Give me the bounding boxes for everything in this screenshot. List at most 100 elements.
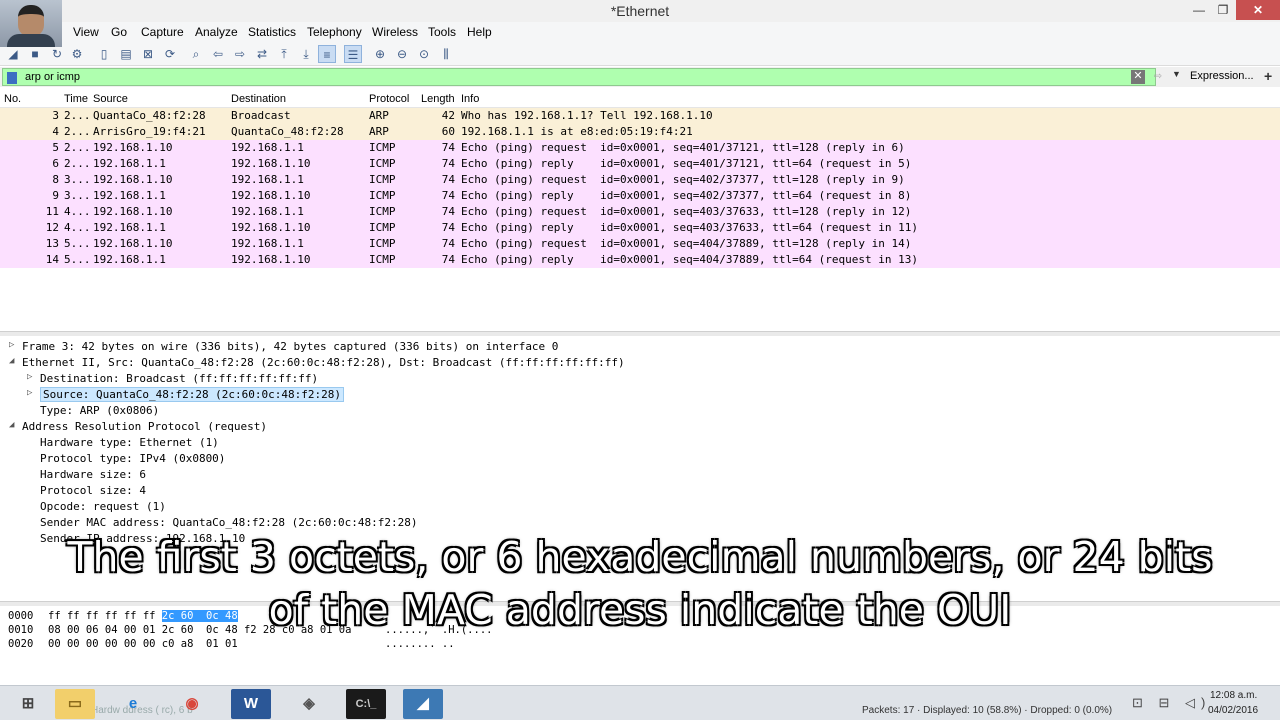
- detail-tree-item[interactable]: Hardware size: 6: [0, 467, 1280, 483]
- clock-time[interactable]: 12:08 a.m.: [1210, 690, 1257, 701]
- packet-protocol: ICMP: [369, 189, 396, 202]
- webcam-overlay: [0, 0, 62, 47]
- start-button-icon[interactable]: ⊞: [8, 689, 48, 719]
- apply-filter-icon[interactable]: ⇨: [1147, 71, 1169, 83]
- packet-source: ArrisGro_19:f4:21: [93, 125, 206, 138]
- collapse-arrow-icon[interactable]: ◢: [9, 356, 14, 366]
- restart-capture-icon[interactable]: ↻: [48, 45, 66, 63]
- internet-explorer-icon[interactable]: e: [113, 689, 153, 719]
- word-icon[interactable]: W: [231, 689, 271, 719]
- packet-length: 74: [441, 189, 455, 202]
- expand-arrow-icon[interactable]: ▷: [27, 372, 32, 382]
- expand-arrow-icon[interactable]: ▷: [9, 340, 14, 350]
- stop-capture-icon[interactable]: ■: [26, 45, 44, 63]
- detail-text: Protocol type: IPv4 (0x0800): [40, 452, 226, 465]
- byte-ascii[interactable]: ........ ..: [385, 638, 455, 652]
- file-explorer-icon[interactable]: ▭: [55, 689, 95, 719]
- packet-row[interactable]: 9 3... 192.168.1.1 192.168.1.10 ICMP 74 Echo (…: [0, 188, 1280, 204]
- wireshark-icon[interactable]: ◢: [403, 689, 443, 719]
- packet-row[interactable]: 8 3... 192.168.1.10 192.168.1.1 ICMP 74 Echo (…: [0, 172, 1280, 188]
- packet-number: 6: [52, 157, 59, 170]
- go-forward-icon[interactable]: ⇨: [231, 45, 249, 63]
- bookmark-icon[interactable]: [7, 72, 17, 84]
- detail-tree-item[interactable]: Hardware type: Ethernet (1): [0, 435, 1280, 451]
- detail-tree-item[interactable]: ◢ Ethernet II, Src: QuantaCo_48:f2:28 (2c…: [0, 355, 1280, 371]
- menu-wireless[interactable]: Wireless: [372, 25, 418, 39]
- detail-tree-item[interactable]: Opcode: request (1): [0, 499, 1280, 515]
- filter-history-dropdown-icon[interactable]: ▼: [1172, 69, 1181, 79]
- column-header-protocol[interactable]: Protocol: [369, 93, 409, 105]
- zoom-out-icon[interactable]: ⊖: [393, 45, 411, 63]
- menu-statistics[interactable]: Statistics: [248, 25, 296, 39]
- packet-row[interactable]: 14 5... 192.168.1.1 192.168.1.10 ICMP 74 Echo …: [0, 252, 1280, 268]
- menu-help[interactable]: Help: [467, 25, 492, 39]
- first-packet-icon[interactable]: ⤒: [275, 45, 293, 63]
- command-prompt-icon[interactable]: C:\_: [346, 689, 386, 719]
- detail-tree-item[interactable]: Protocol type: IPv4 (0x0800): [0, 451, 1280, 467]
- detail-tree-item[interactable]: ▷ Source: QuantaCo_48:f2:28 (2c:60:0c:48:…: [0, 387, 1280, 403]
- collapse-arrow-icon[interactable]: ◢: [9, 420, 14, 430]
- packet-number: 11: [45, 205, 59, 218]
- last-packet-icon[interactable]: ⤓: [297, 45, 315, 63]
- colorize-icon[interactable]: ☰: [344, 45, 362, 63]
- packet-source: 192.168.1.10: [93, 237, 173, 250]
- clear-filter-icon[interactable]: ✕: [1131, 70, 1145, 84]
- packet-row[interactable]: 11 4... 192.168.1.10 192.168.1.1 ICMP 74 Echo …: [0, 204, 1280, 220]
- capture-options-icon[interactable]: ⚙: [68, 45, 86, 63]
- column-header-destination[interactable]: Destination: [231, 93, 286, 105]
- detail-tree-item[interactable]: Protocol size: 4: [0, 483, 1280, 499]
- resize-columns-icon[interactable]: ⫼: [437, 45, 455, 63]
- packet-row[interactable]: 12 4... 192.168.1.1 192.168.1.10 ICMP 74 Echo …: [0, 220, 1280, 236]
- zoom-in-icon[interactable]: ⊕: [371, 45, 389, 63]
- detail-tree-item[interactable]: ◢ Address Resolution Protocol (request): [0, 419, 1280, 435]
- menu-telephony[interactable]: Telephony: [307, 25, 362, 39]
- detail-tree-item[interactable]: Sender MAC address: QuantaCo_48:f2:28 (2…: [0, 515, 1280, 531]
- detail-tree-item[interactable]: ▷ Destination: Broadcast (ff:ff:ff:ff:ff:…: [0, 371, 1280, 387]
- shark-fin-icon[interactable]: ◢: [4, 45, 22, 63]
- packet-row[interactable]: 5 2... 192.168.1.10 192.168.1.1 ICMP 74 Echo (…: [0, 140, 1280, 156]
- reload-file-icon[interactable]: ⟳: [161, 45, 179, 63]
- menu-tools[interactable]: Tools: [428, 25, 456, 39]
- packet-time: 4...: [64, 205, 91, 218]
- packet-length: 74: [441, 157, 455, 170]
- save-file-icon[interactable]: ▤: [117, 45, 135, 63]
- column-header-no[interactable]: No.: [4, 93, 21, 105]
- system-tray-icons[interactable]: ⊡ ⊟ ◁): [1132, 695, 1211, 711]
- packet-row[interactable]: 3 2... QuantaCo_48:f2:28 Broadcast ARP 42 Who …: [0, 108, 1280, 124]
- normal-size-icon[interactable]: ⊙: [415, 45, 433, 63]
- packet-row[interactable]: 6 2... 192.168.1.1 192.168.1.10 ICMP 74 Echo (…: [0, 156, 1280, 172]
- column-header-source[interactable]: Source: [93, 93, 128, 105]
- menu-capture[interactable]: Capture: [141, 25, 184, 39]
- column-header-time[interactable]: Time: [64, 93, 88, 105]
- packet-source: 192.168.1.10: [93, 141, 173, 154]
- packet-row[interactable]: 13 5... 192.168.1.10 192.168.1.1 ICMP 74 Echo …: [0, 236, 1280, 252]
- column-header-info[interactable]: Info: [461, 93, 479, 105]
- go-to-packet-icon[interactable]: ⇄: [253, 45, 271, 63]
- autoscroll-icon[interactable]: ≡: [318, 45, 336, 63]
- detail-tree-item[interactable]: Type: ARP (0x0806): [0, 403, 1280, 419]
- expression-button[interactable]: Expression...: [1190, 70, 1254, 82]
- find-packet-icon[interactable]: ⌕: [187, 45, 205, 63]
- menu-view[interactable]: View: [73, 25, 99, 39]
- menu-analyze[interactable]: Analyze: [195, 25, 238, 39]
- maximize-button[interactable]: ❐: [1209, 0, 1237, 20]
- add-filter-button[interactable]: +: [1264, 68, 1272, 84]
- go-back-icon[interactable]: ⇦: [209, 45, 227, 63]
- app-icon[interactable]: ◈: [289, 689, 329, 719]
- column-header-length[interactable]: Length: [421, 93, 455, 105]
- open-file-icon[interactable]: ▯: [95, 45, 113, 63]
- close-button[interactable]: ✕: [1236, 0, 1280, 20]
- menu-go[interactable]: Go: [111, 25, 127, 39]
- detail-text: Ethernet II, Src: QuantaCo_48:f2:28 (2c:…: [22, 356, 625, 369]
- detail-text: Hardware type: Ethernet (1): [40, 436, 219, 449]
- display-filter-input[interactable]: arp or icmp ✕ ⇨: [2, 68, 1162, 86]
- clock-date[interactable]: 04/02/2016: [1208, 705, 1258, 716]
- menu-bar: View Go Capture Analyze Statistics Telep…: [0, 22, 1280, 42]
- expand-arrow-icon[interactable]: ▷: [27, 388, 32, 398]
- packet-row[interactable]: 4 2... ArrisGro_19:f4:21 QuantaCo_48:f2:28 A…: [0, 124, 1280, 140]
- pane-splitter[interactable]: [0, 331, 1280, 336]
- detail-tree-item[interactable]: ▷ Frame 3: 42 bytes on wire (336 bits), 4…: [0, 339, 1280, 355]
- chrome-icon[interactable]: ◉: [172, 689, 212, 719]
- close-file-icon[interactable]: ⊠: [139, 45, 157, 63]
- byte-hex[interactable]: 00 00 00 00 00 00 c0 a8 01 01: [48, 638, 238, 652]
